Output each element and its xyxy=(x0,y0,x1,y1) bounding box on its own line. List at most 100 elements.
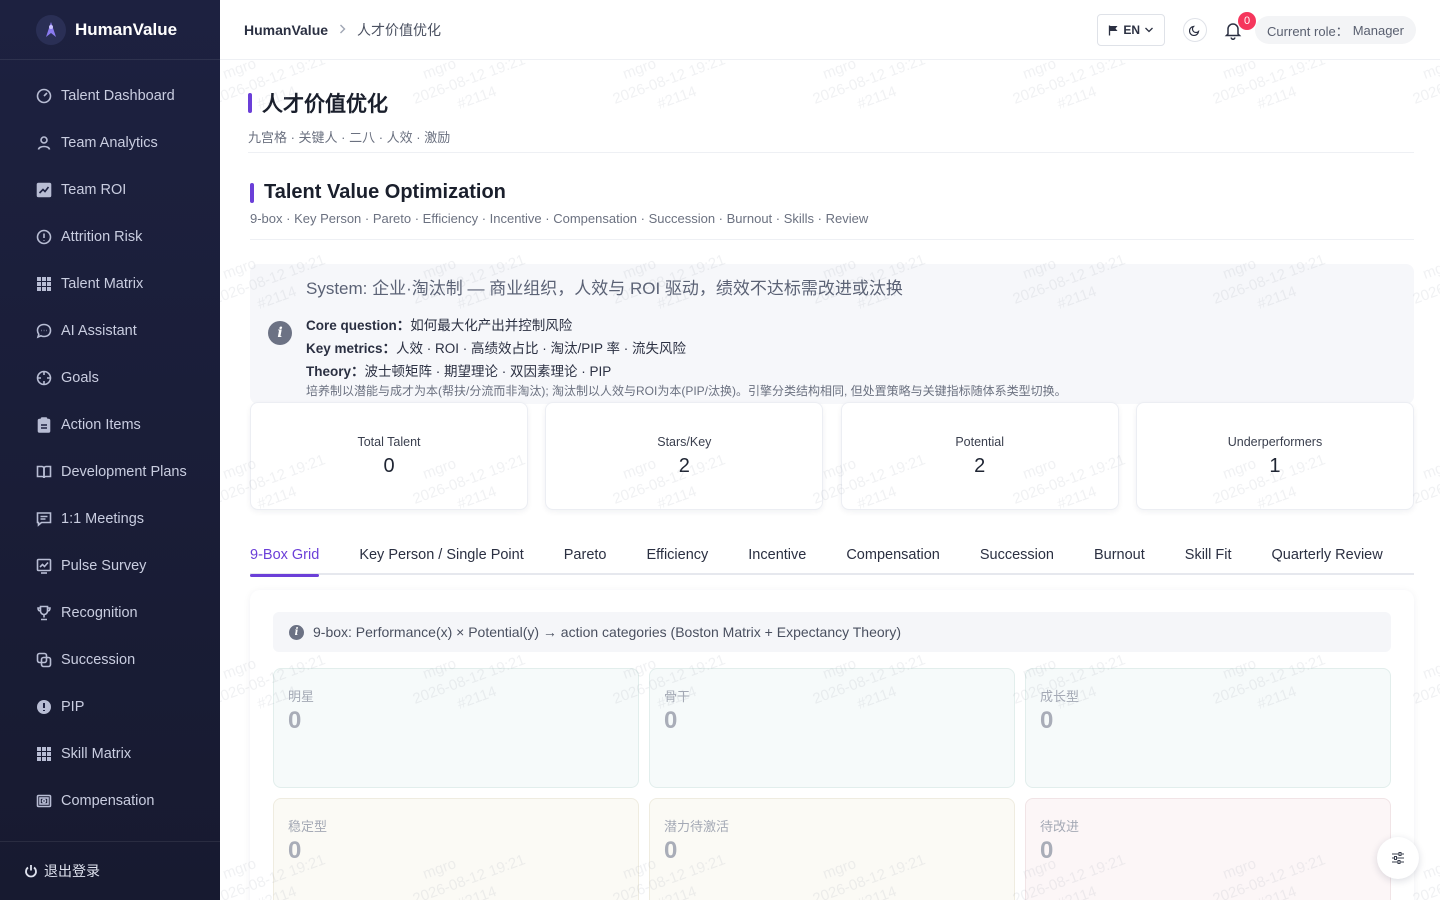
trophy-icon xyxy=(36,605,52,621)
dashboard-icon xyxy=(36,88,52,104)
money-icon xyxy=(36,793,52,809)
cell-count: 0 xyxy=(288,707,302,734)
sidebar-item-compensation[interactable]: Compensation xyxy=(0,777,220,824)
nine-box-hint: i 9-box: Performance(x) × Potential(y) →… xyxy=(273,612,1391,652)
chevron-right-icon xyxy=(338,23,347,37)
section-title: Talent Value Optimization xyxy=(264,181,506,203)
cell-label: 骨干 xyxy=(664,689,691,704)
core-question-label: Core question： xyxy=(306,318,411,333)
sidebar: HumanValue Talent Dashboard Team Analyti… xyxy=(0,0,220,900)
theory-label: Theory： xyxy=(306,364,365,379)
current-role[interactable]: Current role： Manager xyxy=(1255,16,1416,44)
theory: Theory：波士顿矩阵 · 期望理论 · 双因素理论 · PIP xyxy=(306,360,611,380)
core-question: Core question：如何最大化产出并控制风险 xyxy=(306,314,572,334)
brand[interactable]: HumanValue xyxy=(0,0,220,60)
theme-toggle[interactable] xyxy=(1183,18,1208,42)
tab-quarterly-review[interactable]: Quarterly Review xyxy=(1272,534,1383,575)
sidebar-item-one-on-one[interactable]: 1:1 Meetings xyxy=(0,495,220,542)
sidebar-item-succession[interactable]: Succession xyxy=(0,636,220,683)
system-description: System: 企业·淘汰制 — 商业组织，人效与 ROI 驱动，绩效不达标需改… xyxy=(306,279,903,298)
stat-value: 0 xyxy=(383,454,395,477)
nine-box-cell-stable[interactable]: 稳定型 0 xyxy=(273,798,639,900)
sidebar-item-label: AI Assistant xyxy=(61,322,137,339)
sidebar-item-recognition[interactable]: Recognition xyxy=(0,589,220,636)
stat-card-total-talent: Total Talent 0 xyxy=(250,402,528,510)
system-info-box: i System: 企业·淘汰制 — 商业组织，人效与 ROI 驱动，绩效不达标… xyxy=(250,264,1414,404)
sidebar-item-ai-assistant[interactable]: AI Assistant xyxy=(0,307,220,354)
tab-pareto[interactable]: Pareto xyxy=(564,534,607,575)
sidebar-item-pulse-survey[interactable]: Pulse Survey xyxy=(0,542,220,589)
key-metrics-label: Key metrics： xyxy=(306,341,397,356)
sidebar-item-team-analytics[interactable]: Team Analytics xyxy=(0,119,220,166)
title-accent-bar xyxy=(248,93,252,113)
nine-box-cell-core[interactable]: 骨干 0 xyxy=(649,668,1015,788)
cell-count: 0 xyxy=(1040,837,1054,864)
sidebar-item-label: 1:1 Meetings xyxy=(61,510,145,527)
nine-box-cell-star[interactable]: 明星 0 xyxy=(273,668,639,788)
tab-compensation[interactable]: Compensation xyxy=(846,534,940,575)
tab-9-box-grid[interactable]: 9-Box Grid xyxy=(250,534,320,577)
core-question-value: 如何最大化产出并控制风险 xyxy=(410,318,573,333)
nine-box-cell-growth[interactable]: 成长型 0 xyxy=(1025,668,1391,788)
tab-incentive[interactable]: Incentive xyxy=(748,534,806,575)
tab-key-person[interactable]: Key Person / Single Point xyxy=(359,534,523,575)
cell-count: 0 xyxy=(1040,707,1054,734)
power-icon xyxy=(25,865,37,878)
stat-label: Stars/Key xyxy=(657,434,712,449)
logout-button[interactable]: 退出登录 xyxy=(0,841,220,900)
sidebar-item-talent-dashboard[interactable]: Talent Dashboard xyxy=(0,72,220,119)
sidebar-item-label: Team Analytics xyxy=(61,134,158,151)
sidebar-item-goals[interactable]: Goals xyxy=(0,354,220,401)
succession-icon xyxy=(36,652,52,668)
breadcrumb: HumanValue 人才价值优化 xyxy=(244,20,441,40)
sidebar-item-team-roi[interactable]: Team ROI xyxy=(0,166,220,213)
system-note: 培养制以潜能与成才为本(帮扶/分流而非淘汰); 淘汰制以人效与ROI为本(PIP… xyxy=(306,384,1067,398)
key-metrics: Key metrics：人效 · ROI · 高绩效占比 · 淘汰/PIP 率 … xyxy=(306,337,686,357)
sidebar-item-label: Goals xyxy=(61,369,99,386)
sidebar-item-skill-matrix[interactable]: Skill Matrix xyxy=(0,730,220,777)
page-header: 人才价值优化 九宫格 · 关键人 · 二八 · 人效 · 激励 xyxy=(248,88,1414,146)
sidebar-item-talent-matrix[interactable]: Talent Matrix xyxy=(0,260,220,307)
language-switcher[interactable]: EN xyxy=(1097,14,1166,46)
sidebar-item-label: Pulse Survey xyxy=(61,557,147,574)
tab-efficiency[interactable]: Efficiency xyxy=(646,534,708,575)
sidebar-item-action-items[interactable]: Action Items xyxy=(0,401,220,448)
sidebar-item-label: Action Items xyxy=(61,416,141,433)
key-metrics-value: 人效 · ROI · 高绩效占比 · 淘汰/PIP 率 · 流失风险 xyxy=(396,341,687,356)
notification-bell[interactable]: 0 xyxy=(1221,12,1257,42)
tab-bar: 9-Box Grid Key Person / Single Point Par… xyxy=(250,534,1414,577)
sidebar-nav: Talent Dashboard Team Analytics Team ROI… xyxy=(0,60,220,840)
settings-fab[interactable] xyxy=(1377,837,1419,879)
divider xyxy=(248,152,1414,153)
grid-icon xyxy=(36,746,52,762)
user-icon xyxy=(36,135,52,151)
flag-icon xyxy=(1109,25,1118,35)
role-label: Current role： xyxy=(1267,23,1349,39)
cell-count: 0 xyxy=(664,707,678,734)
sidebar-item-label: Compensation xyxy=(61,792,155,809)
tab-burnout[interactable]: Burnout xyxy=(1094,534,1145,575)
cell-count: 0 xyxy=(288,837,302,864)
header-actions: EN 0 Current role： Manager xyxy=(1097,12,1416,46)
sidebar-item-pip[interactable]: PIP xyxy=(0,683,220,730)
info-icon: i xyxy=(289,624,304,640)
cell-count: 0 xyxy=(664,837,678,864)
sidebar-item-attrition-risk[interactable]: Attrition Risk xyxy=(0,213,220,260)
breadcrumb-root[interactable]: HumanValue xyxy=(244,22,328,38)
sidebar-item-label: Team ROI xyxy=(61,181,127,198)
section-subtitle: 9-box · Key Person · Pareto · Efficiency… xyxy=(250,211,869,226)
main-content: mgro 2026-08-12 19:21 #2114 mgro 2026-08-12 … xyxy=(220,60,1440,900)
cell-label: 潜力待激活 xyxy=(664,819,730,834)
sidebar-item-label: Succession xyxy=(61,651,136,668)
nine-box-cell-improve[interactable]: 待改进 0 xyxy=(1025,798,1391,900)
tab-succession[interactable]: Succession xyxy=(980,534,1054,575)
page-title: 人才价值优化 xyxy=(262,93,388,116)
cell-label: 稳定型 xyxy=(288,819,328,834)
target-icon xyxy=(36,370,52,386)
tab-skill-fit[interactable]: Skill Fit xyxy=(1185,534,1232,575)
logo-icon xyxy=(36,14,66,45)
nine-box-cell-latent[interactable]: 潜力待激活 0 xyxy=(649,798,1015,900)
sidebar-item-label: Attrition Risk xyxy=(61,228,143,245)
sidebar-item-development-plans[interactable]: Development Plans xyxy=(0,448,220,495)
chevron-down-icon xyxy=(1145,27,1154,33)
